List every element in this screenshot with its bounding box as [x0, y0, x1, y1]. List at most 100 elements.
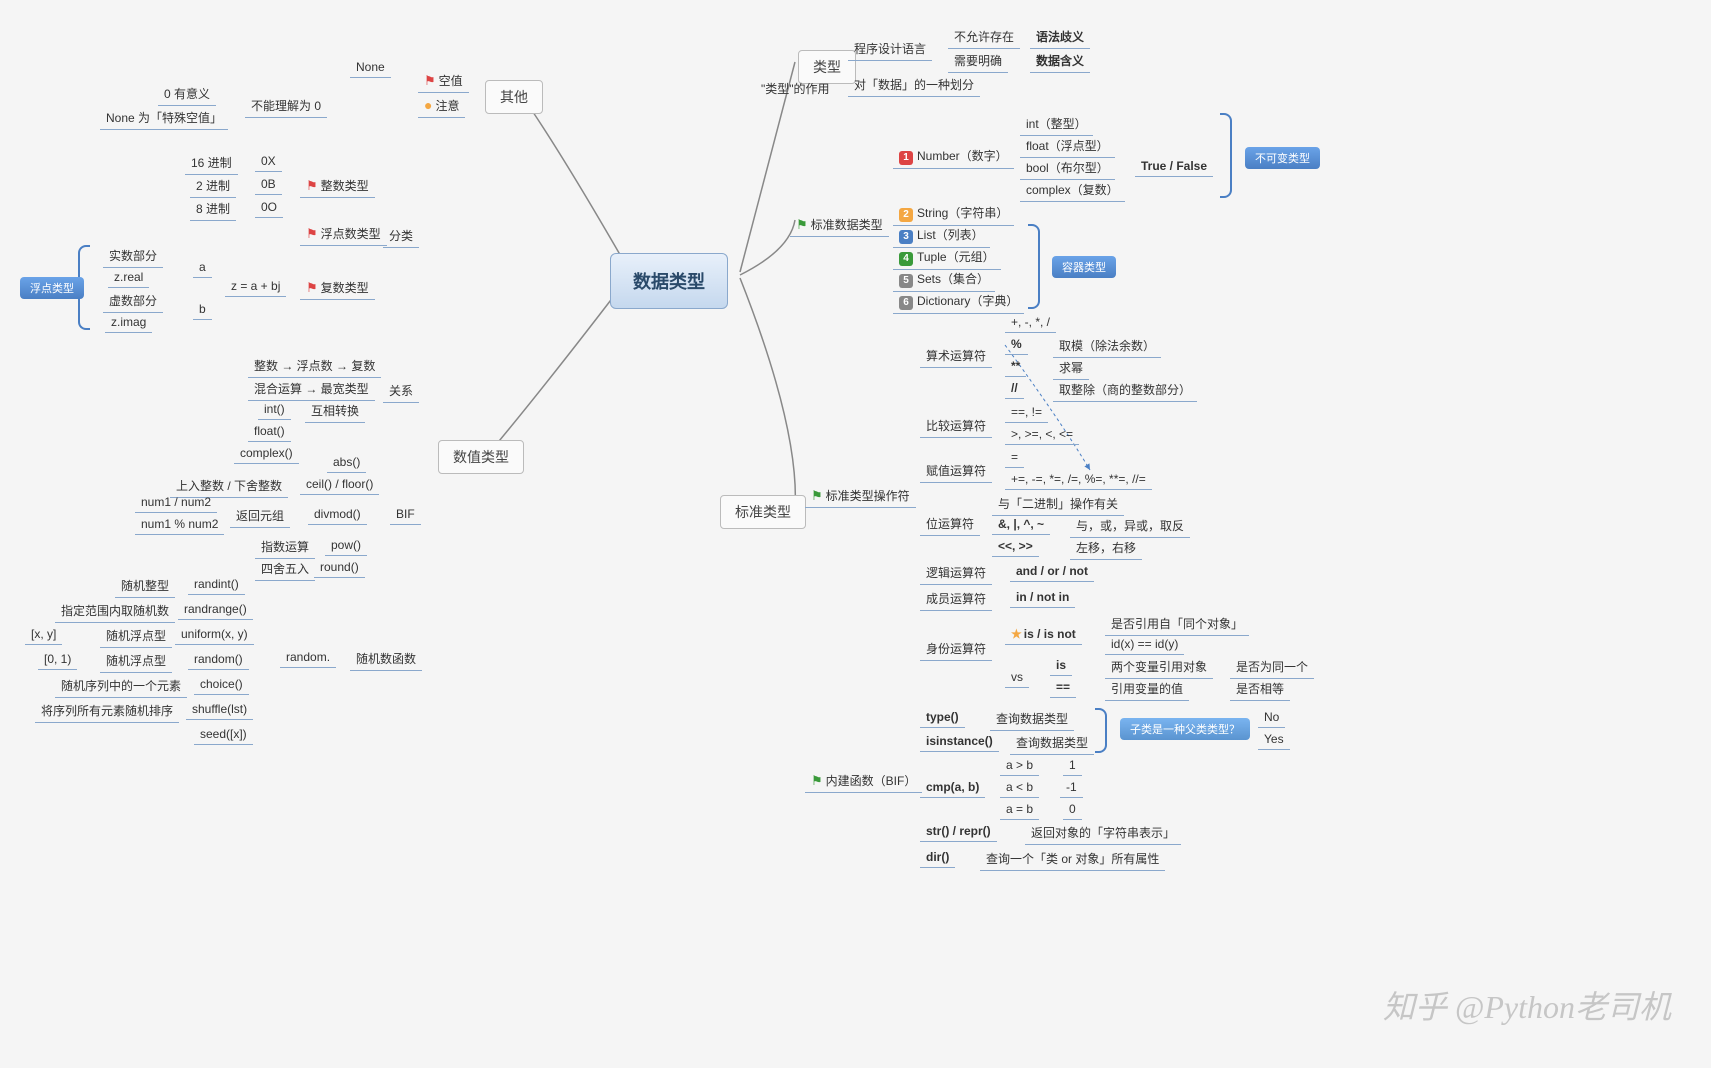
node-a[interactable]: a — [193, 258, 212, 278]
node-logic[interactable]: 逻辑运算符 — [920, 562, 992, 585]
node-choice-l[interactable]: 随机序列中的一个元素 — [55, 675, 187, 698]
node-aeqb-v[interactable]: 0 — [1063, 800, 1082, 820]
branch-std-data[interactable]: 标准数据类型 — [790, 214, 889, 237]
node-uniform-l[interactable]: 随机浮点型 — [100, 625, 172, 648]
node-shuffle[interactable]: shuffle(lst) — [186, 700, 253, 720]
node-eq-r[interactable]: 是否相等 — [1230, 678, 1290, 701]
node-cmp2[interactable]: >, >=, <, <= — [1005, 425, 1079, 445]
node-str-repr-l[interactable]: 返回对象的「字符串表示」 — [1025, 822, 1181, 845]
node-shuffle-l[interactable]: 将序列所有元素随机排序 — [35, 700, 179, 723]
node-identity[interactable]: 身份运算符 — [920, 638, 992, 661]
node-isinstance-l[interactable]: 查询数据类型 — [1010, 732, 1094, 755]
node-uniform-r[interactable]: [x, y] — [25, 625, 62, 645]
node-complex-fn[interactable]: complex() — [234, 444, 299, 464]
node-number[interactable]: 1Number（数字） — [893, 145, 1014, 169]
node-rel1[interactable]: 整数 → 浮点数 → 复数 — [248, 355, 381, 378]
node-complex[interactable]: complex（复数） — [1020, 179, 1125, 202]
node-id-eq[interactable]: id(x) == id(y) — [1105, 635, 1184, 655]
node-bit-note[interactable]: 与「二进制」操作有关 — [992, 493, 1124, 516]
node-no-ambig[interactable]: 不允许存在 — [948, 26, 1020, 49]
tag-immutable[interactable]: 不可变类型 — [1245, 147, 1320, 169]
node-cmp-fn[interactable]: cmp(a, b) — [920, 778, 985, 798]
node-cmp[interactable]: 比较运算符 — [920, 415, 992, 438]
node-oct-l[interactable]: 8 进制 — [190, 198, 236, 221]
node-random-fn[interactable]: random() — [188, 650, 249, 670]
node-pow[interactable]: pow() — [325, 536, 367, 556]
node-hex-l[interactable]: 16 进制 — [185, 152, 238, 175]
node-relation[interactable]: 关系 — [383, 380, 419, 403]
node-abs[interactable]: abs() — [327, 453, 366, 473]
node-bit1[interactable]: &, |, ^, ~ — [992, 515, 1050, 535]
node-real-part[interactable]: 实数部分 — [103, 245, 163, 268]
node-zero-meaning[interactable]: 0 有意义 — [158, 83, 216, 106]
node-altb[interactable]: a < b — [1000, 778, 1039, 798]
node-ceil-floor[interactable]: ceil() / floor() — [300, 475, 379, 495]
node-rel2[interactable]: 混合运算 → 最宽类型 — [248, 378, 375, 401]
node-randrange[interactable]: randrange() — [178, 600, 253, 620]
node-divmod-n1[interactable]: num1 / num2 — [135, 493, 217, 513]
node-pow-l[interactable]: 指数运算 — [255, 536, 315, 559]
branch-numeric[interactable]: 数值类型 — [438, 440, 524, 474]
node-identity1[interactable]: is / is not — [1005, 625, 1082, 645]
node-is-r[interactable]: 是否为同一个 — [1230, 656, 1314, 679]
node-id-ref[interactable]: 是否引用自「同个对象」 — [1105, 613, 1249, 636]
tag-float-type[interactable]: 浮点类型 — [20, 277, 84, 299]
node-randrange-l[interactable]: 指定范围内取随机数 — [55, 600, 175, 623]
node-truefalse[interactable]: True / False — [1135, 157, 1213, 177]
node-none[interactable]: None — [350, 58, 391, 78]
node-is-op[interactable]: is — [1050, 656, 1072, 676]
node-choice[interactable]: choice() — [194, 675, 249, 695]
node-round[interactable]: round() — [314, 558, 365, 578]
node-type-role[interactable]: "类型"的作用 — [755, 78, 836, 100]
node-arith1[interactable]: +, -, *, / — [1005, 313, 1056, 333]
tag-container[interactable]: 容器类型 — [1052, 256, 1116, 278]
node-string[interactable]: 2String（字符串） — [893, 202, 1014, 226]
node-arith2-l[interactable]: 取模（除法余数） — [1053, 335, 1161, 358]
node-oct[interactable]: 0O — [255, 198, 283, 218]
node-assign[interactable]: 赋值运算符 — [920, 460, 992, 483]
node-arith3-l[interactable]: 求幂 — [1053, 357, 1089, 380]
node-b[interactable]: b — [193, 300, 212, 320]
node-complex-expr[interactable]: z = a + bj — [225, 277, 286, 297]
node-arith2[interactable]: % — [1005, 335, 1028, 355]
node-hex[interactable]: 0X — [255, 152, 282, 172]
node-need-clear[interactable]: 需要明确 — [948, 50, 1008, 73]
node-assign1[interactable]: = — [1005, 448, 1024, 468]
node-float[interactable]: float（浮点型） — [1020, 135, 1115, 158]
node-cmp1[interactable]: ==, != — [1005, 403, 1048, 423]
node-zimag[interactable]: z.imag — [105, 313, 152, 333]
node-not0[interactable]: 不能理解为 0 — [245, 95, 327, 118]
node-list[interactable]: 3List（列表） — [893, 224, 990, 248]
node-eq-op[interactable]: == — [1050, 678, 1076, 698]
node-dict[interactable]: 6Dictionary（字典） — [893, 290, 1024, 314]
node-none-special[interactable]: None 为「特殊空值」 — [100, 107, 228, 130]
node-convert[interactable]: 互相转换 — [305, 400, 365, 423]
node-float-type[interactable]: 浮点数类型 — [300, 223, 387, 246]
node-bit2-l[interactable]: 左移，右移 — [1070, 537, 1142, 560]
node-lang[interactable]: 程序设计语言 — [848, 38, 932, 61]
node-round-l[interactable]: 四舍五入 — [255, 558, 315, 581]
node-logic1[interactable]: and / or / not — [1010, 562, 1094, 582]
branch-std-type[interactable]: 标准类型 — [720, 495, 806, 529]
node-agtb-v[interactable]: 1 — [1063, 756, 1082, 776]
node-eq-l[interactable]: 引用变量的值 — [1105, 678, 1189, 701]
node-divmod[interactable]: divmod() — [308, 505, 367, 525]
node-isinstance[interactable]: isinstance() — [920, 732, 999, 752]
node-dir[interactable]: dir() — [920, 848, 955, 868]
branch-other[interactable]: 其他 — [485, 80, 543, 114]
node-str-repr[interactable]: str() / repr() — [920, 822, 997, 842]
node-member1[interactable]: in / not in — [1010, 588, 1075, 608]
node-float-fn[interactable]: float() — [248, 422, 291, 442]
node-random-mod[interactable]: random. — [280, 648, 336, 668]
node-tuple[interactable]: 4Tuple（元组） — [893, 246, 1001, 270]
node-arith4[interactable]: // — [1005, 379, 1024, 399]
node-sets[interactable]: 5Sets（集合） — [893, 268, 995, 292]
node-bin-l[interactable]: 2 进制 — [190, 175, 236, 198]
node-int-type[interactable]: 整数类型 — [300, 175, 375, 198]
node-divmod-n2[interactable]: num1 % num2 — [135, 515, 224, 535]
node-ops[interactable]: 标准类型操作符 — [805, 485, 916, 508]
node-divmod-l[interactable]: 返回元组 — [230, 505, 290, 528]
node-uniform[interactable]: uniform(x, y) — [175, 625, 254, 645]
node-bif-r[interactable]: 内建函数（BIF） — [805, 770, 922, 793]
node-randint-l[interactable]: 随机整型 — [115, 575, 175, 598]
